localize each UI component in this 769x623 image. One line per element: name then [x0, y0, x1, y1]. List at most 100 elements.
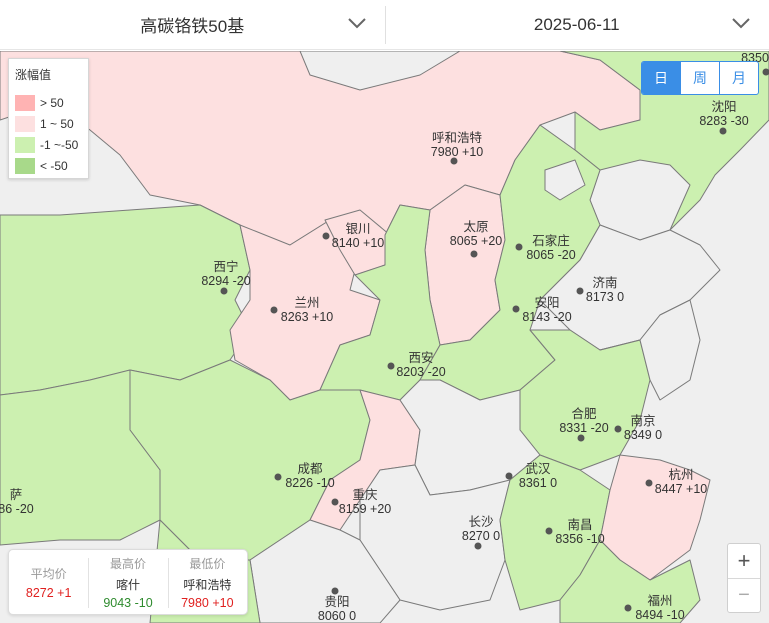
- city-name: 沈阳: [711, 100, 737, 114]
- avg-price: 平均价 8272 +1: [9, 550, 88, 614]
- city-label-xian[interactable]: 西安 8203 -20: [396, 351, 445, 379]
- city-name: 银川: [345, 222, 371, 236]
- city-marker-icon[interactable]: [576, 287, 584, 295]
- city-name: 杭州: [668, 468, 694, 482]
- city-marker-icon[interactable]: [645, 479, 653, 487]
- city-label-jinan[interactable]: 济南 8173 0: [586, 276, 624, 304]
- legend-swatch: [15, 136, 35, 153]
- city-label-hangzhou[interactable]: 杭州 8447 +10: [655, 468, 707, 496]
- price-map[interactable]: 呼和浩特 7980 +10 沈阳 8283 -30 8350 银川 8140 +10 太原 80…: [0, 51, 769, 623]
- date-label: 2025-06-11: [533, 14, 620, 34]
- period-toggle: 日 周 月: [641, 61, 759, 95]
- city-marker-icon[interactable]: [274, 473, 282, 481]
- city-label-fuzhou[interactable]: 福州 8494 -10: [635, 594, 684, 622]
- city-label-xining[interactable]: 西宁 8294 -20: [201, 260, 250, 288]
- city-label-shijiazhuang[interactable]: 石家庄 8065 -20: [526, 234, 575, 262]
- province-regions: [0, 51, 769, 623]
- city-marker-icon[interactable]: [577, 434, 585, 442]
- legend-item[interactable]: < -50: [15, 155, 82, 176]
- zoom-out-button[interactable]: −: [728, 578, 760, 612]
- city-name: 呼和浩特: [431, 131, 483, 145]
- city-marker-icon[interactable]: [331, 498, 339, 506]
- max-price-city: 喀什: [115, 577, 140, 592]
- product-selector[interactable]: 高碳铬铁50基: [0, 0, 385, 49]
- city-label-chongqing[interactable]: 重庆 8159 +20: [339, 488, 391, 516]
- city-label-changsha[interactable]: 长沙 8270 0: [462, 515, 500, 543]
- period-day-button[interactable]: 日: [642, 62, 680, 94]
- min-price: 最低价 呼和浩特 7980 +10: [167, 550, 247, 614]
- city-label-huhehaote[interactable]: 呼和浩特 7980 +10: [431, 131, 483, 159]
- legend-label: 1 ~ 50: [40, 116, 74, 131]
- city-name: 西宁: [213, 260, 239, 274]
- city-marker-icon[interactable]: [220, 287, 228, 295]
- city-name: 合肥: [571, 407, 597, 421]
- city-label-lanzhou[interactable]: 兰州 8263 +10: [281, 296, 333, 324]
- city-label-nanjing[interactable]: 南京 8349 0: [624, 414, 662, 442]
- min-price-value: 7980 +10: [181, 595, 234, 610]
- legend-title: 涨幅值: [15, 68, 52, 82]
- city-label-chengdu[interactable]: 成都 8226 -10: [285, 462, 334, 490]
- city-label-lasa[interactable]: 萨 86 -20: [0, 488, 34, 516]
- avg-price-label: 平均价: [30, 566, 67, 581]
- city-marker-icon[interactable]: [322, 232, 330, 240]
- city-marker-icon[interactable]: [719, 127, 727, 135]
- city-name: 兰州: [294, 296, 320, 310]
- period-week-button[interactable]: 周: [680, 62, 719, 94]
- city-marker-icon[interactable]: [762, 68, 769, 76]
- city-marker-icon[interactable]: [614, 425, 622, 433]
- city-price: 8060 0: [317, 609, 357, 623]
- max-price-label: 最高价: [109, 556, 146, 571]
- city-label-nanchang[interactable]: 南昌 8356 -10: [555, 518, 604, 546]
- city-marker-icon[interactable]: [512, 305, 520, 313]
- city-marker-icon[interactable]: [474, 542, 482, 550]
- city-label-shenyang[interactable]: 沈阳 8283 -30: [699, 100, 748, 128]
- city-price: 8294 -20: [201, 274, 251, 288]
- city-marker-icon[interactable]: [331, 587, 339, 595]
- city-marker-icon[interactable]: [387, 362, 395, 370]
- city-name: 贵阳: [324, 595, 350, 609]
- chevron-down-icon: [347, 18, 366, 29]
- chevron-down-icon: [732, 18, 750, 29]
- city-price: 8270 0: [461, 529, 501, 543]
- max-price-value: 9043 -10: [103, 595, 153, 610]
- city-price: 86 -20: [0, 502, 34, 516]
- city-price: 8226 -10: [285, 476, 335, 490]
- date-selector[interactable]: 2025-06-11: [384, 0, 769, 49]
- legend-item[interactable]: -1 ~-50: [15, 134, 82, 155]
- min-price-city: 呼和浩特: [183, 577, 232, 592]
- legend-swatch: [15, 157, 35, 174]
- city-label-yinchuan[interactable]: 银川 8140 +10: [332, 222, 384, 250]
- legend: 涨幅值 > 50 1 ~ 50 -1 ~-50 < -50: [8, 58, 89, 179]
- city-price: 8331 -20: [559, 421, 609, 435]
- city-marker-icon[interactable]: [515, 243, 523, 251]
- city-marker-icon[interactable]: [624, 604, 632, 612]
- city-name: 重庆: [352, 488, 378, 502]
- zoom-in-button[interactable]: +: [728, 544, 760, 578]
- city-name: 济南: [592, 276, 618, 290]
- city-price: 8494 -10: [635, 608, 685, 622]
- city-name: 石家庄: [532, 234, 570, 248]
- legend-item[interactable]: 1 ~ 50: [15, 113, 82, 134]
- period-month-button[interactable]: 月: [719, 62, 758, 94]
- city-marker-icon[interactable]: [505, 472, 513, 480]
- city-price: 8159 +20: [338, 502, 392, 516]
- city-name: 南京: [630, 414, 656, 428]
- city-label-guiyang[interactable]: 贵阳 8060 0: [318, 595, 356, 623]
- city-name: 安阳: [534, 296, 560, 310]
- legend-item[interactable]: > 50: [15, 92, 82, 113]
- avg-price-value: 8272 +1: [25, 585, 72, 600]
- city-label-anyang[interactable]: 安阳 8143 -20: [522, 296, 571, 324]
- price-stats: 平均价 8272 +1 最高价 喀什 9043 -10 最低价 呼和浩特 798…: [8, 549, 248, 615]
- city-price: 8361 0: [518, 476, 558, 490]
- city-label-hefei[interactable]: 合肥 8331 -20: [559, 407, 608, 435]
- city-label-taiyuan[interactable]: 太原 8065 +20: [450, 220, 502, 248]
- city-label-wuhan[interactable]: 武汉 8361 0: [519, 462, 557, 490]
- city-name: 长沙: [468, 515, 494, 529]
- city-marker-icon[interactable]: [470, 250, 478, 258]
- city-price: 8263 +10: [280, 310, 334, 324]
- city-price: 8356 -10: [555, 532, 605, 546]
- city-price: 8447 +10: [654, 482, 708, 496]
- city-marker-icon[interactable]: [270, 306, 278, 314]
- city-marker-icon[interactable]: [545, 527, 553, 535]
- legend-swatch: [15, 115, 35, 132]
